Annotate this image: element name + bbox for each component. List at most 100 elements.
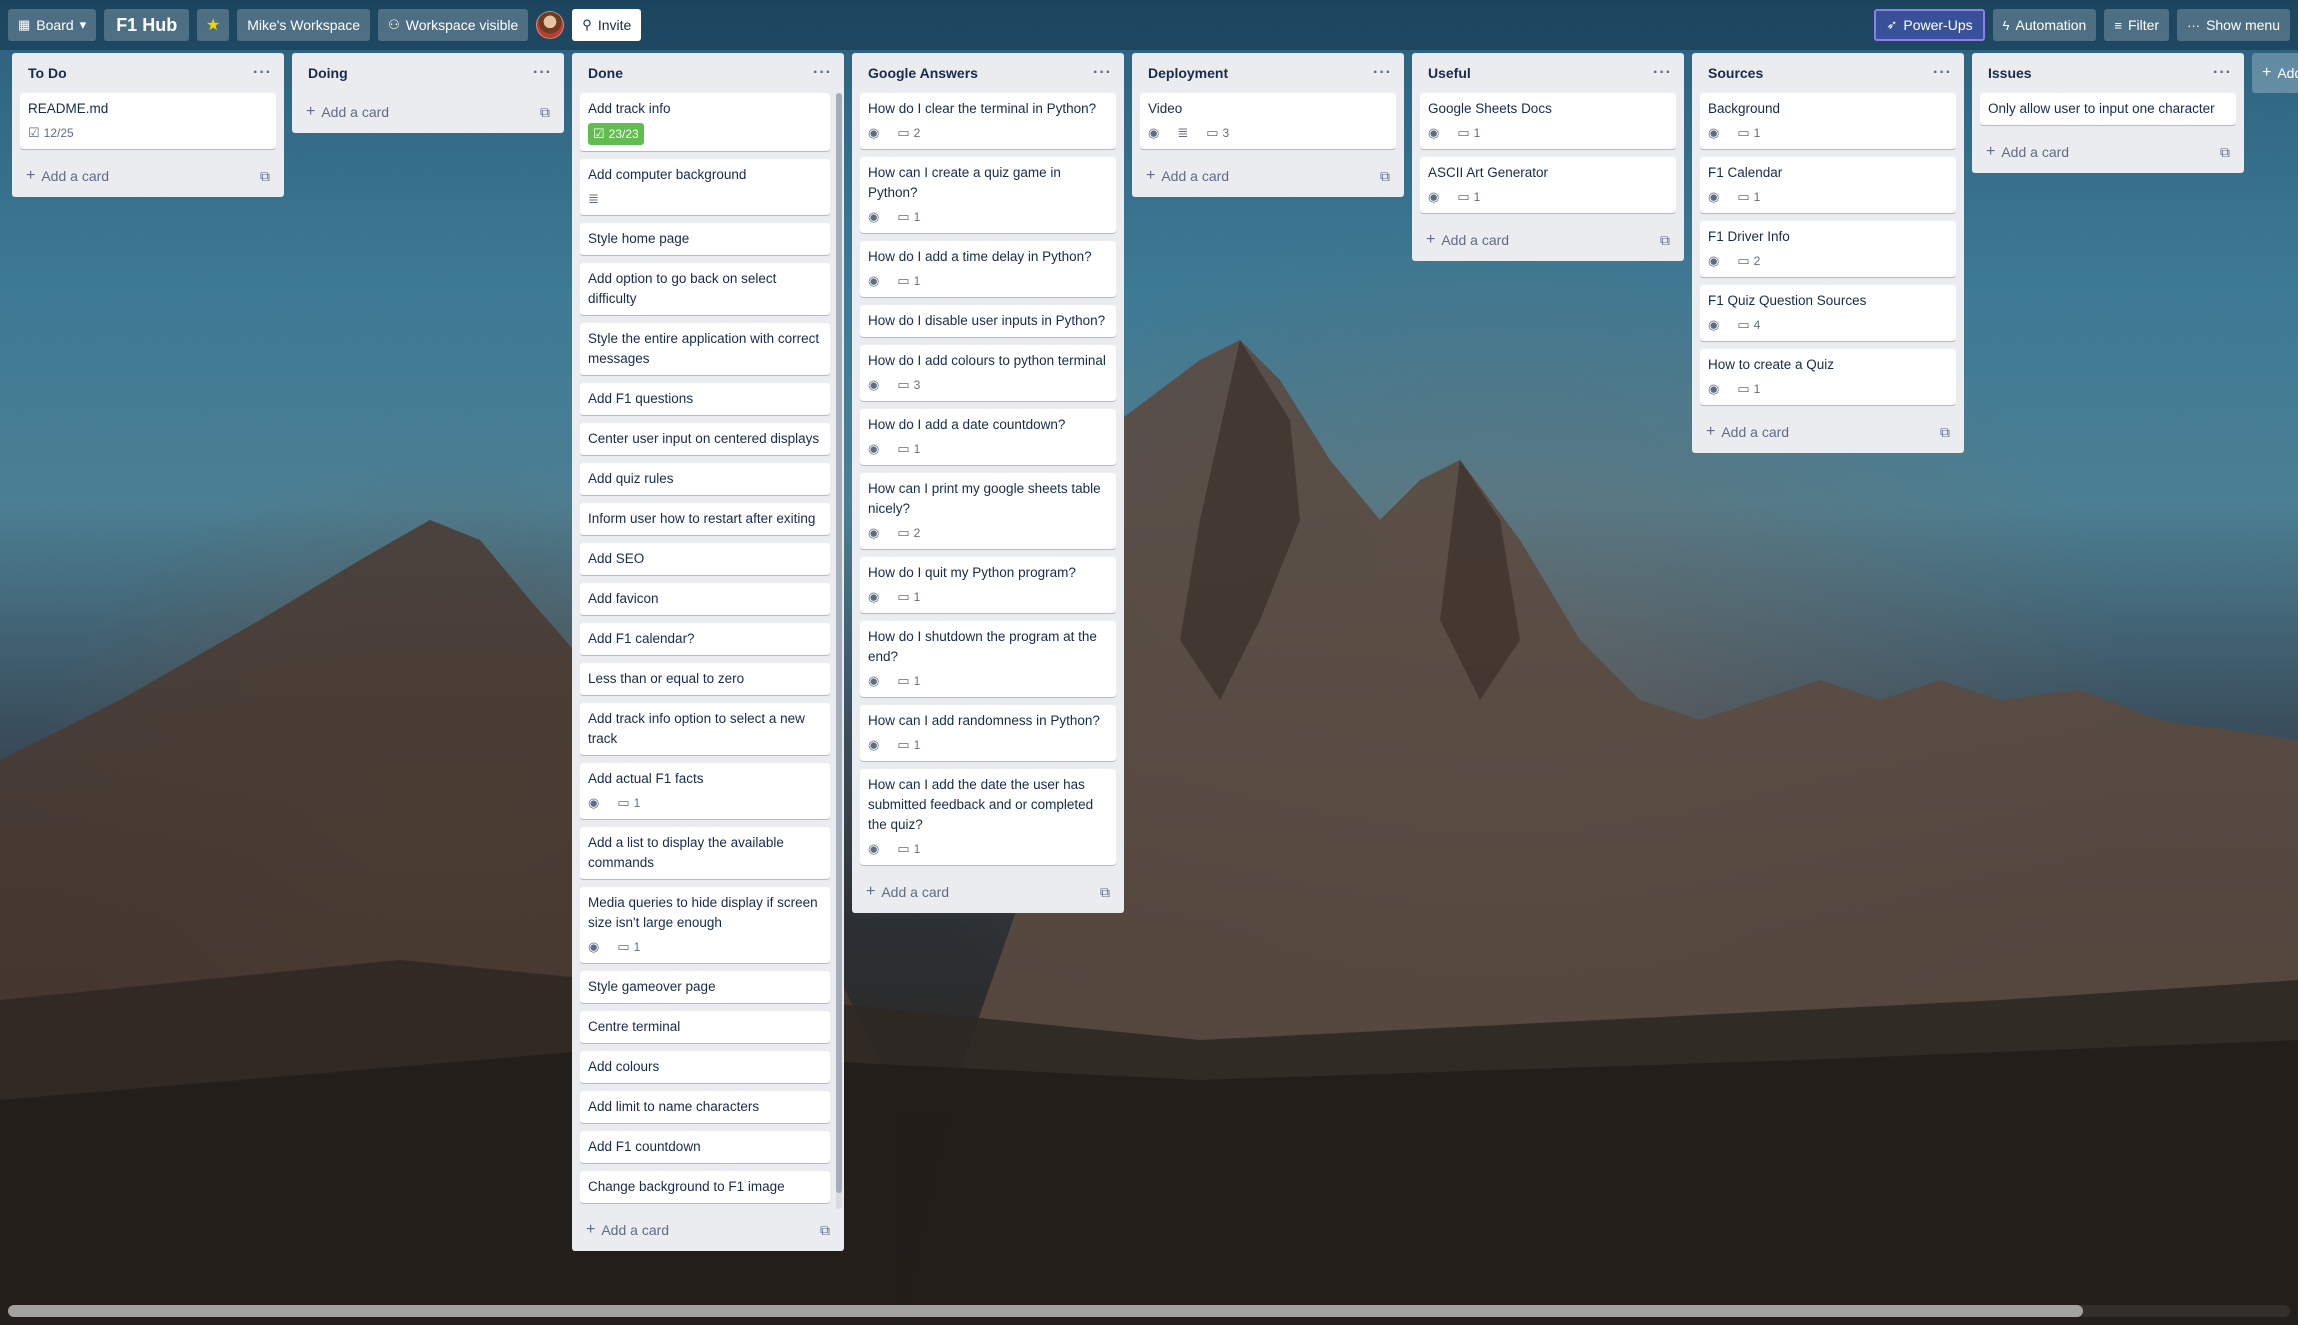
- card-template-icon[interactable]: ⧉: [1940, 424, 1950, 441]
- card[interactable]: README.md ☑ 12/25: [20, 93, 276, 149]
- list-menu-icon[interactable]: ···: [813, 64, 832, 82]
- card[interactable]: Add computer background ≣: [580, 159, 830, 215]
- card-template-icon[interactable]: ⧉: [820, 1222, 830, 1239]
- card-template-icon[interactable]: ⧉: [1100, 884, 1110, 901]
- card[interactable]: How can I add the date the user has subm…: [860, 769, 1116, 865]
- scrollbar-thumb[interactable]: [8, 1305, 2083, 1317]
- card[interactable]: Style gameover page: [580, 971, 830, 1003]
- automation-button[interactable]: ϟ Automation: [1992, 9, 2097, 41]
- card-template-icon[interactable]: ⧉: [1380, 168, 1390, 185]
- card[interactable]: Style home page: [580, 223, 830, 255]
- avatar[interactable]: [536, 11, 565, 39]
- card[interactable]: How can I print my google sheets table n…: [860, 473, 1116, 549]
- card[interactable]: F1 Quiz Question Sources ◉ ▭ 4: [1700, 285, 1956, 341]
- card[interactable]: F1 Driver Info ◉ ▭ 2: [1700, 221, 1956, 277]
- card[interactable]: How do I add a date countdown? ◉ ▭ 1: [860, 409, 1116, 465]
- card[interactable]: Add actual F1 facts ◉ ▭ 1: [580, 763, 830, 819]
- list-title[interactable]: Doing: [308, 65, 348, 81]
- card[interactable]: Add F1 questions: [580, 383, 830, 415]
- card[interactable]: Centre terminal: [580, 1011, 830, 1043]
- list-title[interactable]: To Do: [28, 65, 67, 81]
- card[interactable]: Media queries to hide display if screen …: [580, 887, 830, 963]
- show-menu-button[interactable]: ··· Show menu: [2177, 9, 2290, 41]
- card[interactable]: Add a list to display the available comm…: [580, 827, 830, 879]
- list-menu-icon[interactable]: ···: [1373, 64, 1392, 82]
- card[interactable]: How can I create a quiz game in Python? ◉…: [860, 157, 1116, 233]
- list-header[interactable]: Done ···: [580, 53, 836, 93]
- workspace-button[interactable]: Mike's Workspace: [237, 9, 371, 41]
- list-menu-icon[interactable]: ···: [1653, 64, 1672, 82]
- card[interactable]: ASCII Art Generator ◉ ▭ 1: [1420, 157, 1676, 213]
- card-template-icon[interactable]: ⧉: [2220, 144, 2230, 161]
- card[interactable]: Add option to go back on select difficul…: [580, 263, 830, 315]
- card[interactable]: How can I add randomness in Python? ◉ ▭ 1: [860, 705, 1116, 761]
- list-menu-icon[interactable]: ···: [253, 64, 272, 82]
- add-card-button[interactable]: + Add a card ⧉: [1420, 221, 1676, 259]
- list-title[interactable]: Sources: [1708, 65, 1763, 81]
- power-ups-button[interactable]: ➶ Power-Ups: [1874, 9, 1985, 41]
- card[interactable]: Add SEO: [580, 543, 830, 575]
- add-card-button[interactable]: + Add a card ⧉: [20, 157, 276, 195]
- card-template-icon[interactable]: ⧉: [1660, 232, 1670, 249]
- scrollbar-thumb[interactable]: [836, 93, 842, 1193]
- board-title[interactable]: F1 Hub: [104, 9, 190, 41]
- card[interactable]: How do I disable user inputs in Python?: [860, 305, 1116, 337]
- list-title[interactable]: Google Answers: [868, 65, 978, 81]
- card[interactable]: How do I shutdown the program at the end…: [860, 621, 1116, 697]
- list-header[interactable]: Sources ···: [1700, 53, 1956, 93]
- list-header[interactable]: Useful ···: [1420, 53, 1676, 93]
- card[interactable]: How do I clear the terminal in Python? ◉ ▭…: [860, 93, 1116, 149]
- list-menu-icon[interactable]: ···: [1093, 64, 1112, 82]
- filter-button[interactable]: ≡ Filter: [2104, 9, 2170, 41]
- card[interactable]: F1 Calendar ◉ ▭ 1: [1700, 157, 1956, 213]
- card[interactable]: Add track info option to select a new tr…: [580, 703, 830, 755]
- star-icon[interactable]: ★: [197, 9, 230, 41]
- add-card-button[interactable]: + Add a card ⧉: [1140, 157, 1396, 195]
- list-title[interactable]: Deployment: [1148, 65, 1228, 81]
- card[interactable]: Add favicon: [580, 583, 830, 615]
- add-card-button[interactable]: + Add a card ⧉: [1700, 413, 1956, 451]
- card[interactable]: Add F1 countdown: [580, 1131, 830, 1163]
- card[interactable]: Only allow user to input one character: [1980, 93, 2236, 125]
- card[interactable]: How do I quit my Python program? ◉ ▭ 1: [860, 557, 1116, 613]
- add-card-button[interactable]: + Add a card ⧉: [300, 93, 556, 131]
- card[interactable]: Less than or equal to zero: [580, 663, 830, 695]
- list-header[interactable]: Google Answers ···: [860, 53, 1116, 93]
- add-list-button[interactable]: + Add another list: [2252, 53, 2298, 93]
- card[interactable]: Add F1 calendar?: [580, 623, 830, 655]
- visibility-button[interactable]: ⚇ Workspace visible: [378, 9, 529, 41]
- add-card-button[interactable]: + Add a card ⧉: [580, 1211, 836, 1249]
- list-title[interactable]: Done: [588, 65, 623, 81]
- board-view-switcher[interactable]: ▦ Board ▾: [8, 9, 97, 41]
- list-scrollbar[interactable]: [836, 93, 842, 1209]
- card[interactable]: How do I add colours to python terminal ◉…: [860, 345, 1116, 401]
- card[interactable]: How do I add a time delay in Python? ◉ ▭ 1: [860, 241, 1116, 297]
- list-header[interactable]: To Do ···: [20, 53, 276, 93]
- list-header[interactable]: Issues ···: [1980, 53, 2236, 93]
- list-header[interactable]: Deployment ···: [1140, 53, 1396, 93]
- card[interactable]: Change background to F1 image: [580, 1171, 830, 1203]
- card[interactable]: Add colours: [580, 1051, 830, 1083]
- card-template-icon[interactable]: ⧉: [540, 104, 550, 121]
- card[interactable]: Add limit to name characters: [580, 1091, 830, 1123]
- card[interactable]: Background ◉ ▭ 1: [1700, 93, 1956, 149]
- card[interactable]: Center user input on centered displays: [580, 423, 830, 455]
- board-horizontal-scrollbar[interactable]: [8, 1305, 2290, 1317]
- card[interactable]: How to create a Quiz ◉ ▭ 1: [1700, 349, 1956, 405]
- list-header[interactable]: Doing ···: [300, 53, 556, 93]
- card-template-icon[interactable]: ⧉: [260, 168, 270, 185]
- list-menu-icon[interactable]: ···: [1933, 64, 1952, 82]
- add-card-button[interactable]: + Add a card ⧉: [860, 873, 1116, 911]
- list-menu-icon[interactable]: ···: [2213, 64, 2232, 82]
- card[interactable]: Video ◉ ≣ ▭ 3: [1140, 93, 1396, 149]
- card[interactable]: Add track info ☑ 23/23: [580, 93, 830, 151]
- list-menu-icon[interactable]: ···: [533, 64, 552, 82]
- card[interactable]: Add quiz rules: [580, 463, 830, 495]
- card[interactable]: Inform user how to restart after exiting: [580, 503, 830, 535]
- card[interactable]: Style the entire application with correc…: [580, 323, 830, 375]
- invite-button[interactable]: ⚲ Invite: [572, 9, 642, 41]
- add-card-button[interactable]: + Add a card ⧉: [1980, 133, 2236, 171]
- card[interactable]: Google Sheets Docs ◉ ▭ 1: [1420, 93, 1676, 149]
- list-title[interactable]: Issues: [1988, 65, 2032, 81]
- list-title[interactable]: Useful: [1428, 65, 1471, 81]
